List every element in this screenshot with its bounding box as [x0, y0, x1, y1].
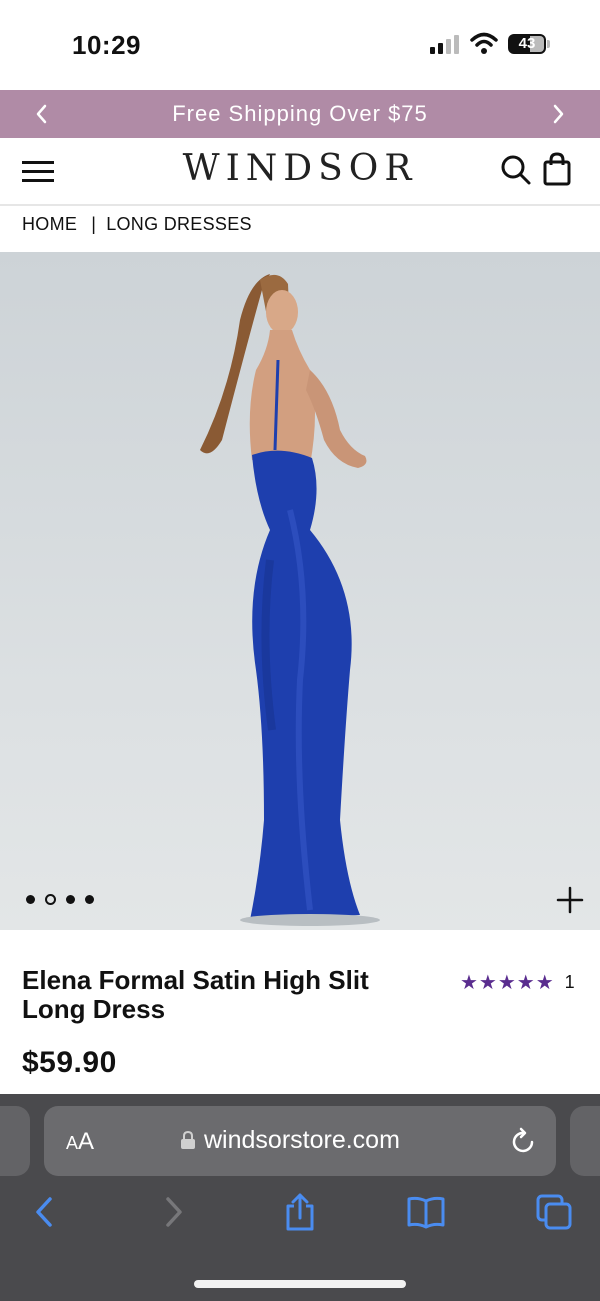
home-indicator[interactable]	[194, 1280, 406, 1288]
product-rating[interactable]: ★★★★★ 1	[460, 970, 575, 995]
previous-tab-peek[interactable]	[0, 1106, 30, 1176]
brand-logo[interactable]: WINDSOR	[150, 148, 450, 189]
text-size-button[interactable]: AA	[66, 1128, 94, 1156]
status-bar: 10:29 43	[0, 0, 600, 90]
battery-icon: 43	[508, 34, 550, 54]
gallery-dot[interactable]	[66, 895, 75, 904]
gallery-dot-active[interactable]	[45, 894, 56, 905]
plus-icon[interactable]	[556, 886, 584, 914]
share-icon	[286, 1193, 314, 1231]
rating-stars: ★★★★★	[460, 972, 555, 994]
promo-text: Free Shipping Over $75	[172, 101, 428, 126]
address-bar[interactable]: AA windsorstore.com	[44, 1106, 556, 1176]
promo-banner: Free Shipping Over $75	[0, 90, 600, 138]
back-icon	[36, 1197, 52, 1227]
back-button[interactable]	[22, 1190, 66, 1234]
browser-chrome: AA windsorstore.com	[0, 1094, 600, 1301]
reload-icon[interactable]	[510, 1126, 538, 1156]
bookmarks-button[interactable]	[404, 1190, 448, 1234]
breadcrumb-long-dresses[interactable]: LONG DRESSES	[106, 214, 252, 235]
cellular-signal-icon	[430, 35, 459, 54]
search-icon[interactable]	[500, 154, 532, 186]
product-image[interactable]	[0, 252, 600, 930]
breadcrumb-home[interactable]: HOME	[22, 214, 77, 235]
share-button[interactable]	[278, 1190, 322, 1234]
forward-button[interactable]	[152, 1190, 196, 1234]
wifi-icon	[470, 32, 498, 54]
status-time: 10:29	[72, 30, 141, 60]
lock-icon	[181, 1130, 195, 1149]
breadcrumb: HOME | LONG DRESSES	[22, 212, 252, 236]
gallery-dot[interactable]	[26, 895, 35, 904]
gallery-dot[interactable]	[85, 895, 94, 904]
product-price: $59.90	[22, 1046, 117, 1079]
shopping-bag-icon[interactable]	[542, 152, 572, 186]
tabs-icon	[536, 1194, 572, 1230]
bookmarks-icon	[407, 1196, 445, 1229]
rating-count: 1	[564, 972, 575, 992]
site-header: WINDSOR	[0, 138, 600, 206]
hamburger-icon[interactable]	[22, 158, 54, 186]
tabs-button[interactable]	[532, 1190, 576, 1234]
battery-level: 43	[518, 35, 536, 52]
model-wearing-dress-illustration	[200, 274, 380, 926]
gallery-pagination	[26, 894, 94, 905]
url-text[interactable]: windsorstore.com	[204, 1126, 400, 1155]
breadcrumb-separator: |	[91, 213, 97, 234]
browser-toolbar	[0, 1190, 600, 1250]
chevron-right-icon[interactable]	[544, 100, 572, 128]
next-tab-peek[interactable]	[570, 1106, 600, 1176]
forward-icon	[166, 1197, 182, 1227]
chevron-left-icon[interactable]	[28, 100, 56, 128]
product-title: Elena Formal Satin High Slit Long Dress	[22, 965, 369, 1024]
